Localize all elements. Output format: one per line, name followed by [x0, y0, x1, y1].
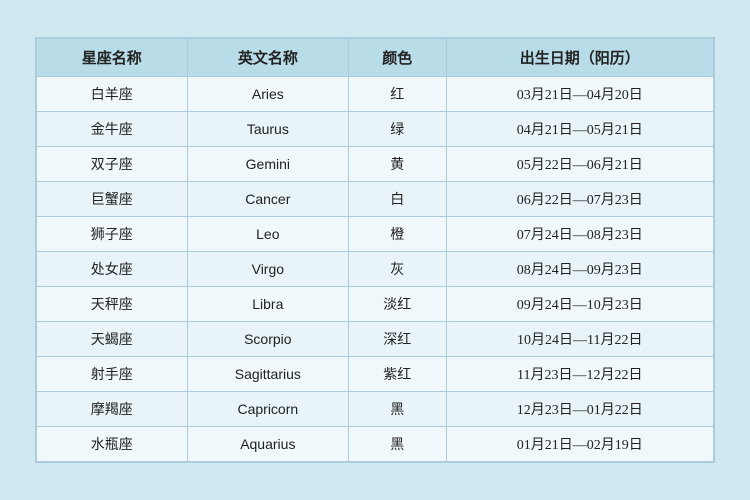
cell-english-name: Virgo: [187, 252, 348, 287]
cell-dates: 06月22日—07月23日: [446, 182, 713, 217]
zodiac-table: 星座名称 英文名称 颜色 出生日期（阳历） 白羊座Aries红03月21日—04…: [36, 38, 714, 462]
cell-color: 黄: [349, 147, 446, 182]
cell-dates: 04月21日—05月21日: [446, 112, 713, 147]
cell-dates: 07月24日—08月23日: [446, 217, 713, 252]
cell-chinese-name: 水瓶座: [37, 427, 188, 462]
cell-chinese-name: 金牛座: [37, 112, 188, 147]
header-color: 颜色: [349, 39, 446, 77]
cell-dates: 01月21日—02月19日: [446, 427, 713, 462]
table-row: 天蝎座Scorpio深红10月24日—11月22日: [37, 322, 714, 357]
cell-color: 紫红: [349, 357, 446, 392]
cell-dates: 12月23日—01月22日: [446, 392, 713, 427]
cell-chinese-name: 射手座: [37, 357, 188, 392]
cell-dates: 03月21日—04月20日: [446, 77, 713, 112]
cell-chinese-name: 天秤座: [37, 287, 188, 322]
cell-english-name: Cancer: [187, 182, 348, 217]
cell-dates: 10月24日—11月22日: [446, 322, 713, 357]
cell-dates: 11月23日—12月22日: [446, 357, 713, 392]
table-body: 白羊座Aries红03月21日—04月20日金牛座Taurus绿04月21日—0…: [37, 77, 714, 462]
cell-color: 白: [349, 182, 446, 217]
table-header-row: 星座名称 英文名称 颜色 出生日期（阳历）: [37, 39, 714, 77]
table-row: 处女座Virgo灰08月24日—09月23日: [37, 252, 714, 287]
cell-chinese-name: 天蝎座: [37, 322, 188, 357]
zodiac-table-container: 星座名称 英文名称 颜色 出生日期（阳历） 白羊座Aries红03月21日—04…: [35, 37, 715, 463]
table-row: 水瓶座Aquarius黑01月21日—02月19日: [37, 427, 714, 462]
cell-dates: 09月24日—10月23日: [446, 287, 713, 322]
cell-color: 淡红: [349, 287, 446, 322]
cell-dates: 08月24日—09月23日: [446, 252, 713, 287]
table-row: 射手座Sagittarius紫红11月23日—12月22日: [37, 357, 714, 392]
cell-color: 绿: [349, 112, 446, 147]
table-row: 金牛座Taurus绿04月21日—05月21日: [37, 112, 714, 147]
cell-english-name: Capricorn: [187, 392, 348, 427]
cell-chinese-name: 处女座: [37, 252, 188, 287]
cell-chinese-name: 白羊座: [37, 77, 188, 112]
table-row: 狮子座Leo橙07月24日—08月23日: [37, 217, 714, 252]
cell-english-name: Scorpio: [187, 322, 348, 357]
cell-color: 红: [349, 77, 446, 112]
table-row: 白羊座Aries红03月21日—04月20日: [37, 77, 714, 112]
table-row: 摩羯座Capricorn黑12月23日—01月22日: [37, 392, 714, 427]
cell-english-name: Taurus: [187, 112, 348, 147]
table-row: 天秤座Libra淡红09月24日—10月23日: [37, 287, 714, 322]
cell-color: 灰: [349, 252, 446, 287]
cell-english-name: Aries: [187, 77, 348, 112]
cell-color: 深红: [349, 322, 446, 357]
cell-color: 黑: [349, 392, 446, 427]
header-dates: 出生日期（阳历）: [446, 39, 713, 77]
cell-english-name: Libra: [187, 287, 348, 322]
cell-chinese-name: 巨蟹座: [37, 182, 188, 217]
table-row: 巨蟹座Cancer白06月22日—07月23日: [37, 182, 714, 217]
cell-english-name: Gemini: [187, 147, 348, 182]
cell-chinese-name: 摩羯座: [37, 392, 188, 427]
cell-chinese-name: 狮子座: [37, 217, 188, 252]
table-row: 双子座Gemini黄05月22日—06月21日: [37, 147, 714, 182]
cell-color: 黑: [349, 427, 446, 462]
cell-english-name: Leo: [187, 217, 348, 252]
header-english-name: 英文名称: [187, 39, 348, 77]
cell-english-name: Sagittarius: [187, 357, 348, 392]
header-chinese-name: 星座名称: [37, 39, 188, 77]
cell-english-name: Aquarius: [187, 427, 348, 462]
cell-dates: 05月22日—06月21日: [446, 147, 713, 182]
cell-chinese-name: 双子座: [37, 147, 188, 182]
cell-color: 橙: [349, 217, 446, 252]
